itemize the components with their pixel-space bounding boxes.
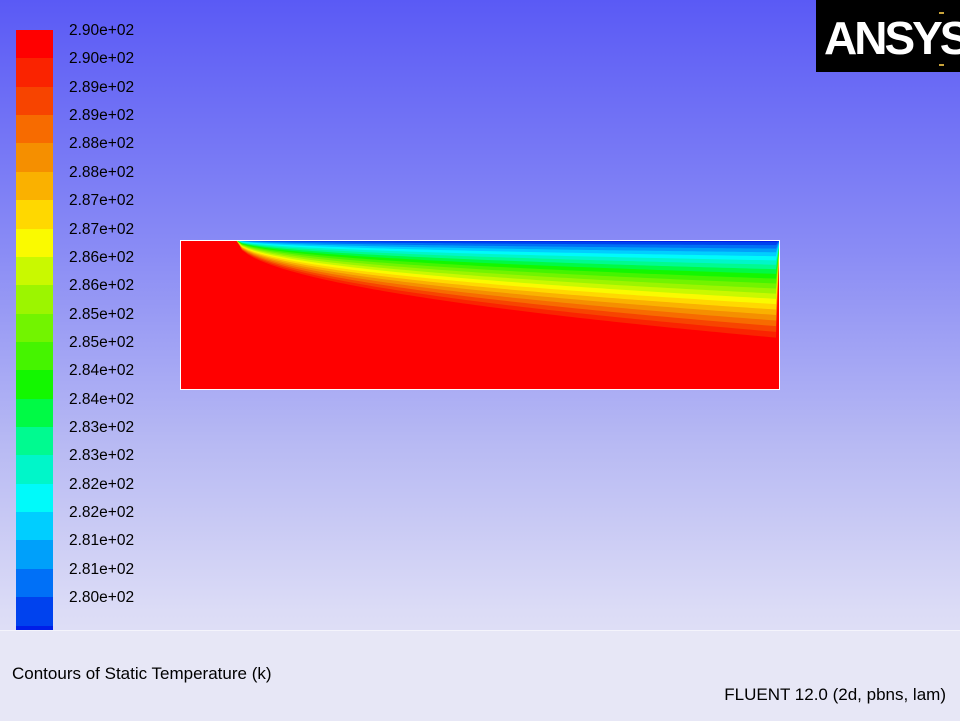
legend-swatch	[16, 455, 53, 484]
contour-plot	[180, 240, 780, 390]
legend-swatch	[16, 30, 53, 59]
legend-swatch	[16, 143, 53, 172]
plot-title: Contours of Static Temperature (k)	[12, 664, 272, 683]
legend-label: 2.83e+02	[69, 419, 135, 437]
legend-label: 2.83e+02	[69, 447, 135, 465]
legend-label: 2.88e+02	[69, 135, 135, 153]
colormap-labels: 2.90e+02 2.90e+02 2.89e+02 2.89e+02 2.88e+02…	[69, 22, 135, 619]
legend-label: 2.82e+02	[69, 475, 135, 493]
ansys-logo: ANSYS	[816, 0, 960, 72]
legend-swatch	[16, 597, 53, 626]
legend-label: 2.80e+02	[69, 589, 135, 607]
legend-label: 2.81e+02	[69, 560, 135, 578]
legend-label: 2.89e+02	[69, 107, 135, 125]
legend-label: 2.90e+02	[69, 50, 135, 68]
legend-label: 2.84e+02	[69, 362, 135, 380]
legend-swatch	[16, 568, 53, 598]
ansys-logo-text: ANSYS	[824, 12, 960, 64]
legend-swatch	[16, 115, 53, 144]
legend-swatch	[16, 341, 53, 371]
legend-label: 2.82e+02	[69, 504, 135, 522]
solver-version: FLUENT 12.0 (2d, pbns, lam)	[724, 685, 946, 704]
legend-swatch	[16, 370, 53, 399]
footer-bar: Contours of Static Temperature (k) FLUEN…	[0, 630, 960, 721]
legend-label: 2.85e+02	[69, 333, 135, 351]
legend-label: 2.84e+02	[69, 390, 135, 408]
legend-label: 2.90e+02	[69, 22, 135, 39]
legend-swatch	[16, 86, 53, 116]
legend-swatch	[16, 256, 53, 286]
legend-label: 2.89e+02	[69, 78, 135, 96]
legend-label: 2.86e+02	[69, 277, 135, 295]
legend-label: 2.86e+02	[69, 248, 135, 266]
colormap-bar	[16, 30, 53, 654]
legend-swatch	[16, 313, 53, 342]
legend-swatch	[16, 512, 53, 541]
legend-swatch	[16, 171, 53, 201]
legend-swatch	[16, 483, 53, 513]
legend-label: 2.85e+02	[69, 305, 135, 323]
legend-label: 2.88e+02	[69, 163, 135, 181]
legend-swatch	[16, 200, 53, 229]
legend-label: 2.87e+02	[69, 192, 135, 210]
legend-swatch	[16, 427, 53, 456]
legend-swatch	[16, 540, 53, 569]
legend-swatch	[16, 228, 53, 257]
legend-swatch	[16, 398, 53, 428]
contour-plot-canvas	[180, 240, 780, 390]
legend-swatch	[16, 58, 53, 87]
legend-label: 2.81e+02	[69, 532, 135, 550]
legend-swatch	[16, 285, 53, 314]
legend-label: 2.87e+02	[69, 220, 135, 238]
